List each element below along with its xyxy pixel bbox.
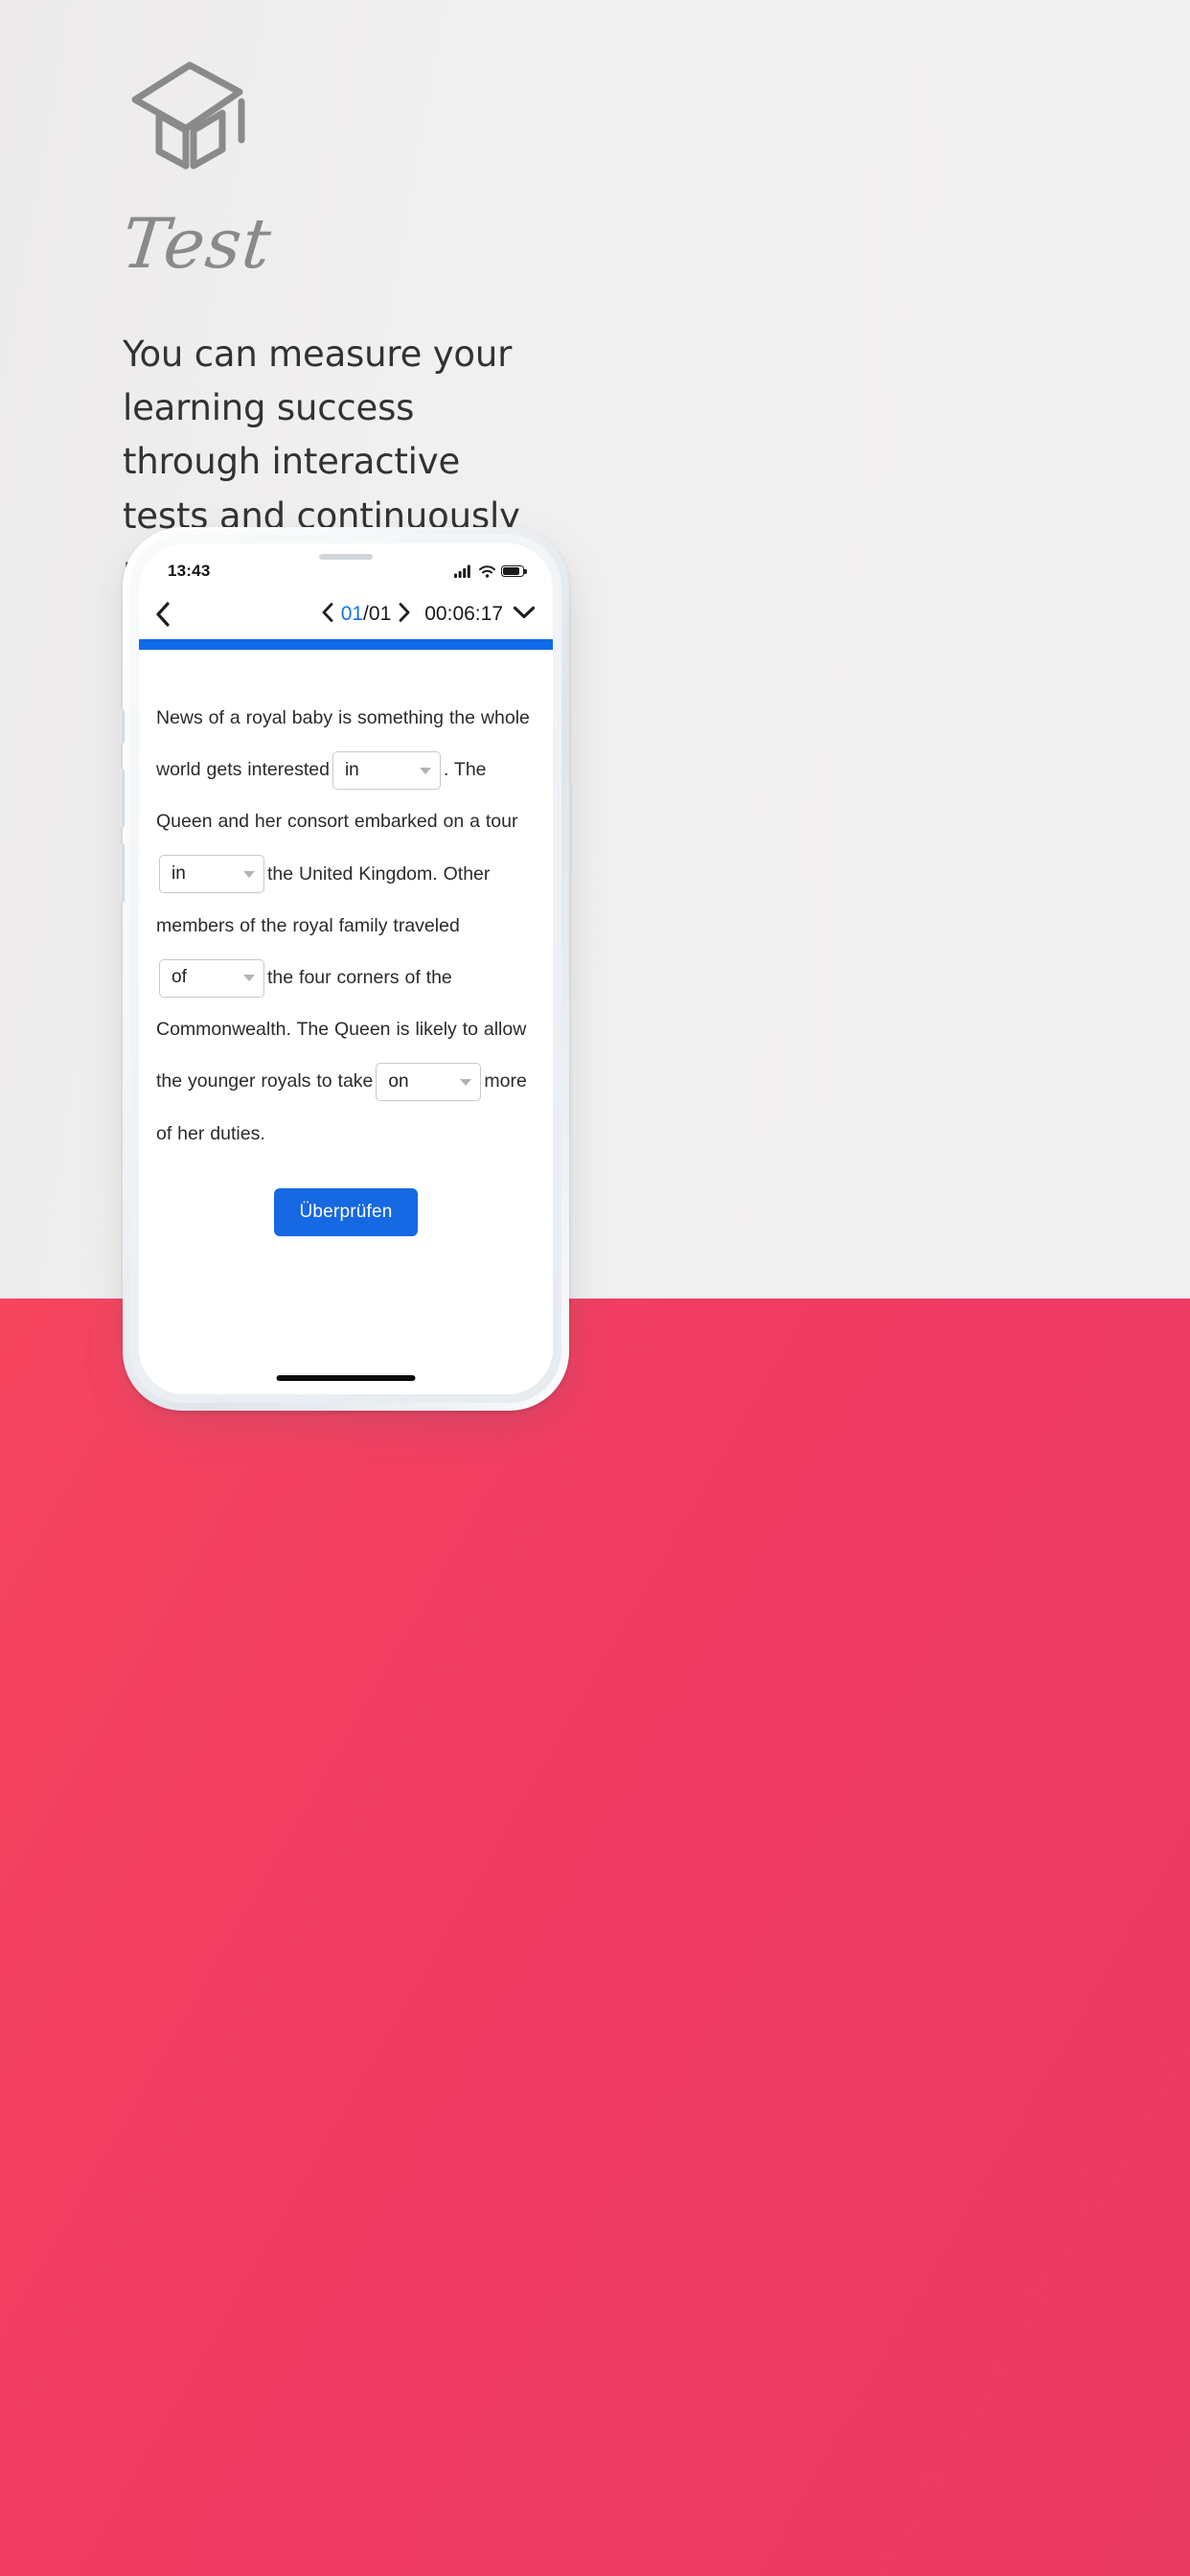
- previous-question-button[interactable]: [321, 602, 334, 628]
- status-bar: 13:43: [139, 543, 553, 589]
- cloze-select-1[interactable]: in: [332, 751, 441, 791]
- nav-center-group: 01/01 00:06:17: [187, 602, 538, 628]
- cloze-select-2-value: in: [172, 863, 186, 885]
- submit-row: Überprüfen: [156, 1187, 536, 1236]
- phone-mockup: 13:43 01/01 00:06:17 News of a royal bab…: [120, 527, 573, 1420]
- battery-icon: [501, 565, 527, 577]
- progress-bar: [139, 639, 553, 650]
- cloze-select-3-value: of: [172, 967, 187, 988]
- exercise-content: News of a royal baby is something the wh…: [139, 650, 553, 1394]
- countdown-timer: 00:06:17: [424, 603, 503, 625]
- phone-volume-up-button[interactable]: [120, 769, 125, 828]
- pager-current: 01: [340, 603, 364, 625]
- cloze-select-2[interactable]: in: [159, 855, 264, 894]
- status-bar-icons: [454, 564, 527, 578]
- question-pager: 01/01: [321, 602, 412, 628]
- cloze-select-4[interactable]: on: [376, 1063, 482, 1102]
- next-question-button[interactable]: [398, 602, 411, 628]
- caret-down-icon: [419, 767, 431, 774]
- wifi-icon: [479, 564, 495, 578]
- phone-screen: 13:43 01/01 00:06:17 News of a royal bab…: [139, 543, 553, 1394]
- cloze-select-4-value: on: [388, 1070, 409, 1092]
- status-bar-clock: 13:43: [168, 562, 211, 580]
- graduation-cap-icon: [131, 61, 245, 170]
- promo-title: Test: [118, 203, 276, 284]
- chevron-right-icon: [399, 602, 410, 622]
- back-button[interactable]: [154, 601, 187, 628]
- phone-power-button[interactable]: [567, 784, 572, 876]
- cellular-signal-icon: [454, 564, 470, 578]
- check-answers-button[interactable]: Überprüfen: [274, 1187, 418, 1236]
- caret-down-icon: [460, 1078, 472, 1086]
- chevron-left-icon: [156, 602, 170, 627]
- collapse-button[interactable]: [513, 605, 536, 625]
- cloze-select-3[interactable]: of: [159, 958, 264, 998]
- chevron-left-icon: [322, 602, 333, 622]
- phone-frame: 13:43 01/01 00:06:17 News of a royal bab…: [120, 527, 572, 1411]
- phone-volume-down-button[interactable]: [120, 843, 125, 903]
- phone-silent-switch[interactable]: [120, 709, 125, 744]
- chevron-down-icon: [513, 606, 536, 618]
- pager-total: 01: [368, 603, 392, 625]
- cloze-paragraph: News of a royal baby is something the wh…: [156, 692, 536, 1160]
- home-indicator[interactable]: [276, 1375, 416, 1381]
- background-pink-band: [0, 1299, 1190, 2576]
- caret-down-icon: [243, 975, 255, 982]
- app-nav-bar: 01/01 00:06:17: [139, 589, 553, 639]
- screenshot-root: Test You can measure your learning succe…: [0, 0, 1190, 2576]
- pager-label: 01/01: [341, 603, 392, 626]
- caret-down-icon: [243, 870, 255, 878]
- cloze-select-1-value: in: [344, 759, 359, 780]
